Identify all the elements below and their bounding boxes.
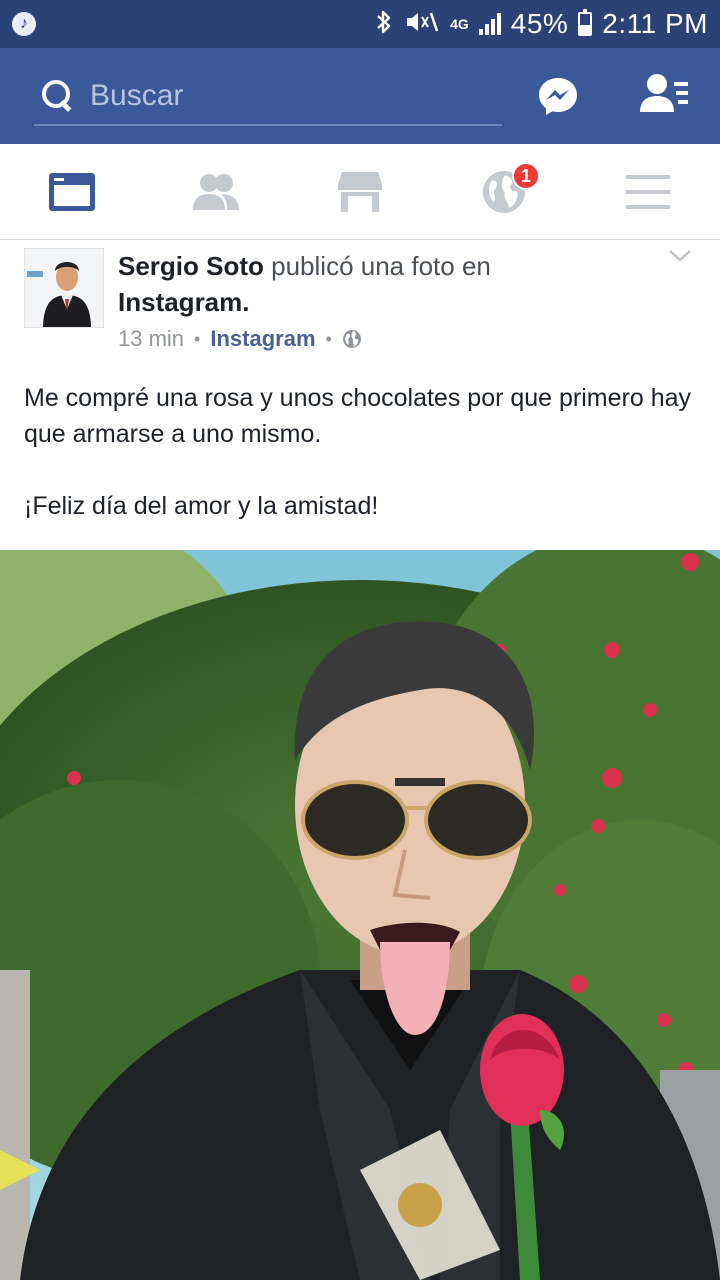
meta-separator: • (194, 328, 201, 349)
mute-icon (404, 9, 440, 39)
avatar[interactable] (24, 248, 104, 328)
search-icon[interactable] (38, 76, 78, 116)
tab-bar: 1 (0, 144, 720, 240)
post-target[interactable]: Instagram. (118, 287, 250, 317)
post-source[interactable]: Instagram (210, 326, 315, 352)
battery-percent: 45% (510, 8, 569, 39)
post-options-button[interactable] (668, 246, 692, 266)
notification-badge: 1 (512, 162, 540, 190)
messenger-icon (539, 78, 577, 115)
menu-icon (626, 175, 670, 209)
battery-icon (578, 9, 593, 36)
messenger-button[interactable] (537, 76, 579, 116)
search-bar[interactable] (34, 68, 502, 126)
friends-icon (193, 174, 239, 210)
friend-requests-button[interactable] (640, 72, 690, 118)
marketplace-icon (338, 172, 382, 212)
tab-friends[interactable] (188, 166, 244, 218)
status-bar: ♪ 4G 45% 2:11 PM (0, 0, 720, 48)
news-feed-icon (49, 173, 95, 211)
friend-requests-icon (640, 74, 688, 112)
post-action: publicó una foto en (271, 251, 491, 281)
chevron-down-icon (669, 250, 691, 262)
bluetooth-icon (374, 9, 394, 39)
meta-separator: • (325, 328, 332, 349)
globe-icon (342, 330, 361, 348)
top-header (0, 48, 720, 144)
clock: 2:11 PM (602, 8, 708, 39)
network-type: 4G (450, 16, 469, 32)
tab-marketplace[interactable] (332, 166, 388, 218)
post-text-line: ¡Feliz día del amor y la amistad! (24, 492, 379, 520)
post-text-line: Me compré una rosa y unos chocolates por… (24, 384, 692, 448)
music-icon: ♪ (12, 12, 36, 36)
post-text: Me compré una rosa y unos chocolates por… (24, 380, 704, 524)
post-header: Sergio Soto publicó una foto en Instagra… (118, 248, 638, 320)
tab-news-feed[interactable] (44, 166, 100, 218)
post-meta: 13 min • Instagram • (118, 326, 362, 352)
search-input[interactable] (90, 79, 470, 113)
signal-icon (478, 13, 501, 35)
post-author[interactable]: Sergio Soto (118, 251, 264, 281)
tab-menu[interactable] (620, 166, 676, 218)
post-time[interactable]: 13 min (118, 326, 184, 352)
post-photo[interactable] (0, 550, 720, 1280)
